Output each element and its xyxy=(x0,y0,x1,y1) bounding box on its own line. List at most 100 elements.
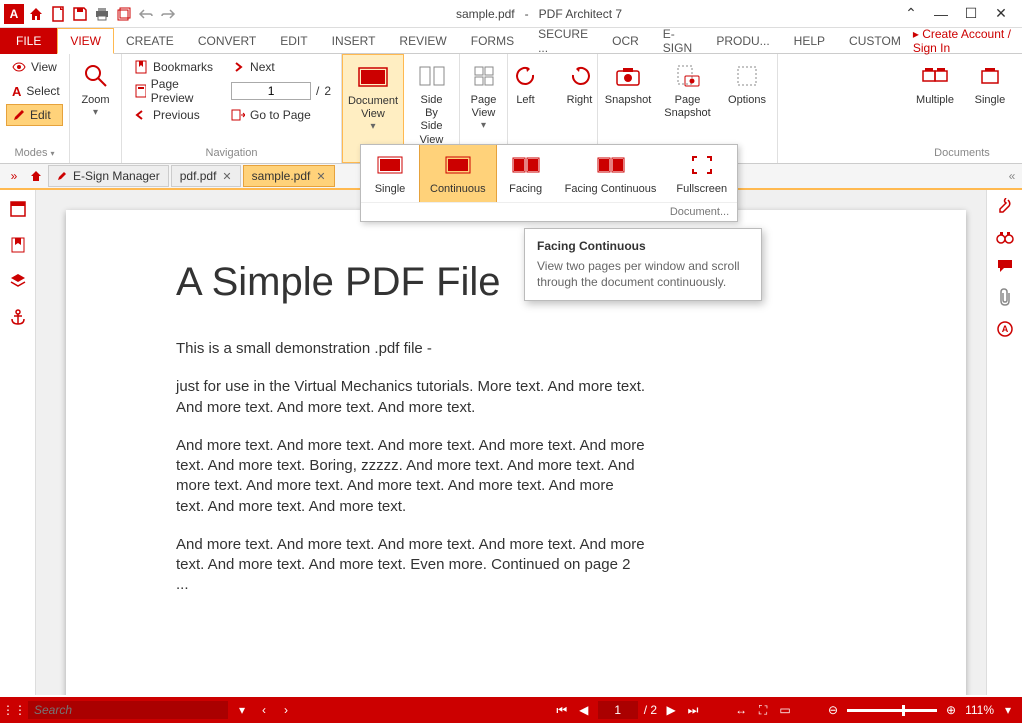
tab-forms[interactable]: FORMS xyxy=(459,28,526,54)
close-icon[interactable]: ✕ xyxy=(316,170,325,183)
last-page-icon[interactable]: ⏭ xyxy=(685,702,701,718)
collapse-right-icon[interactable]: « xyxy=(1002,166,1022,186)
binoculars-icon[interactable] xyxy=(996,230,1014,244)
recent-icon[interactable] xyxy=(114,4,134,24)
mode-view-button[interactable]: View xyxy=(6,56,63,78)
dv-continuous[interactable]: Continuous xyxy=(419,145,497,202)
thumbnails-icon[interactable] xyxy=(7,198,29,220)
page-preview-button[interactable]: Page Preview xyxy=(128,80,219,102)
page-snapshot-button[interactable]: Page Snapshot xyxy=(658,56,717,124)
comment-icon[interactable] xyxy=(996,258,1014,274)
rotate-left-button[interactable]: Left xyxy=(502,56,550,111)
navigation-label: Navigation xyxy=(128,147,335,161)
maximize-icon[interactable]: ☐ xyxy=(960,4,982,24)
snapshot-button[interactable]: Snapshot xyxy=(604,56,652,111)
attachment-icon[interactable] xyxy=(997,288,1013,306)
fit-width-icon[interactable]: ↔ xyxy=(733,702,749,718)
layers-icon[interactable] xyxy=(7,270,29,292)
redo-icon[interactable] xyxy=(158,4,178,24)
tab-convert[interactable]: CONVERT xyxy=(186,28,268,54)
search-prev-icon[interactable]: ‹ xyxy=(256,702,272,718)
actual-size-icon[interactable]: ▭ xyxy=(777,702,793,718)
status-page-total: / 2 xyxy=(644,703,657,717)
zoom-in-icon[interactable]: ⊕ xyxy=(943,702,959,718)
zoom-button[interactable]: Zoom ▾ xyxy=(72,56,120,122)
zoom-dropdown-icon[interactable]: ▾ xyxy=(1000,702,1016,718)
minimize-icon[interactable]: — xyxy=(930,4,952,24)
multiple-docs-button[interactable]: Multiple xyxy=(910,56,960,111)
dv-facing[interactable]: Facing xyxy=(497,145,555,202)
undo-icon[interactable] xyxy=(136,4,156,24)
tab-review[interactable]: REVIEW xyxy=(387,28,458,54)
close-icon[interactable]: ✕ xyxy=(990,4,1012,24)
dv-facing-continuous[interactable]: Facing Continuous xyxy=(555,145,667,202)
mode-select-button[interactable]: ASelect xyxy=(6,80,63,102)
document-canvas[interactable]: A Simple PDF File This is a small demons… xyxy=(36,190,986,695)
zoom-slider[interactable] xyxy=(847,709,937,712)
ribbon-group-navigation: Bookmarks Page Preview Previous Next / 2… xyxy=(122,54,342,163)
ribbon-group-zoom: Zoom ▾ xyxy=(70,54,122,163)
tab-esign[interactable]: E-SIGN xyxy=(651,28,705,54)
doctab-pdf[interactable]: pdf.pdf✕ xyxy=(171,165,241,187)
save-icon[interactable] xyxy=(70,4,90,24)
first-page-icon[interactable]: ⏮ xyxy=(554,702,570,718)
single-doc-button[interactable]: Single xyxy=(966,56,1014,111)
tab-help[interactable]: HELP xyxy=(782,28,837,54)
page-number-input[interactable] xyxy=(231,82,311,100)
bookmarks-button[interactable]: Bookmarks xyxy=(128,56,219,78)
next-page-icon[interactable]: ▶ xyxy=(663,702,679,718)
dv-fullscreen[interactable]: Fullscreen xyxy=(666,145,737,202)
page-paragraph: And more text. And more text. And more t… xyxy=(176,535,646,596)
account-link[interactable]: ▸ Create Account / Sign In xyxy=(913,27,1012,55)
tab-ocr[interactable]: OCR xyxy=(600,28,651,54)
print-icon[interactable] xyxy=(92,4,112,24)
search-dropdown-icon[interactable]: ▾ xyxy=(234,702,250,718)
anchor-icon[interactable] xyxy=(7,306,29,328)
tab-custom[interactable]: CUSTOM xyxy=(837,28,913,54)
svg-text:A: A xyxy=(1001,324,1008,334)
bookmarks-panel-icon[interactable] xyxy=(7,234,29,256)
home-tab-icon[interactable] xyxy=(26,166,46,186)
close-icon[interactable]: ✕ xyxy=(222,170,231,183)
prev-page-icon[interactable]: ◀ xyxy=(576,702,592,718)
goto-page-button[interactable]: Go to Page xyxy=(225,104,337,126)
ribbon-group-modes: View ASelect Edit Modes ▾ xyxy=(0,54,70,163)
new-doc-icon[interactable] xyxy=(48,4,68,24)
file-menu[interactable]: FILE xyxy=(0,28,57,54)
document-view-button[interactable]: Document View ▾ xyxy=(349,57,397,136)
search-input[interactable] xyxy=(28,701,228,719)
zoom-out-icon[interactable]: ⊖ xyxy=(825,702,841,718)
pdf-page: A Simple PDF File This is a small demons… xyxy=(66,210,966,695)
minimize-ribbon-icon[interactable]: ⌃ xyxy=(900,4,922,24)
tab-edit[interactable]: EDIT xyxy=(268,28,319,54)
modes-label: Modes ▾ xyxy=(6,147,63,161)
search-next-icon[interactable]: › xyxy=(278,702,294,718)
fit-page-icon[interactable]: ⛶ xyxy=(755,702,771,718)
tab-secure[interactable]: SECURE ... xyxy=(526,28,600,54)
dv-single[interactable]: Single xyxy=(361,145,419,202)
tab-products[interactable]: PRODU... xyxy=(704,28,781,54)
tab-insert[interactable]: INSERT xyxy=(320,28,388,54)
doctab-sample[interactable]: sample.pdf✕ xyxy=(243,165,335,187)
rotate-right-button[interactable]: Right xyxy=(556,56,604,111)
badge-icon[interactable]: A xyxy=(996,320,1014,338)
chevron-down-icon: ▾ xyxy=(93,107,98,118)
next-button[interactable]: Next xyxy=(225,56,337,78)
tools-icon[interactable] xyxy=(996,198,1014,216)
page-view-button[interactable]: Page View ▾ xyxy=(460,56,508,135)
ribbon-group-documents: Multiple Single Documents xyxy=(902,54,1022,163)
previous-button[interactable]: Previous xyxy=(128,104,219,126)
app-logo[interactable]: A xyxy=(4,4,24,24)
doctab-esign-manager[interactable]: E-Sign Manager xyxy=(48,165,169,187)
expand-left-icon[interactable]: » xyxy=(4,166,24,186)
menu-dots-icon[interactable]: ⋮⋮ xyxy=(6,702,22,718)
status-page-input[interactable] xyxy=(598,701,638,719)
tab-create[interactable]: CREATE xyxy=(114,28,186,54)
chevron-down-icon: ▾ xyxy=(370,121,375,132)
mode-edit-button[interactable]: Edit xyxy=(6,104,63,126)
documents-label: Documents xyxy=(908,147,1016,161)
options-button[interactable]: Options xyxy=(723,56,771,111)
tab-view[interactable]: VIEW xyxy=(57,28,114,54)
right-sidebar: A xyxy=(986,190,1022,695)
home-icon[interactable] xyxy=(26,4,46,24)
